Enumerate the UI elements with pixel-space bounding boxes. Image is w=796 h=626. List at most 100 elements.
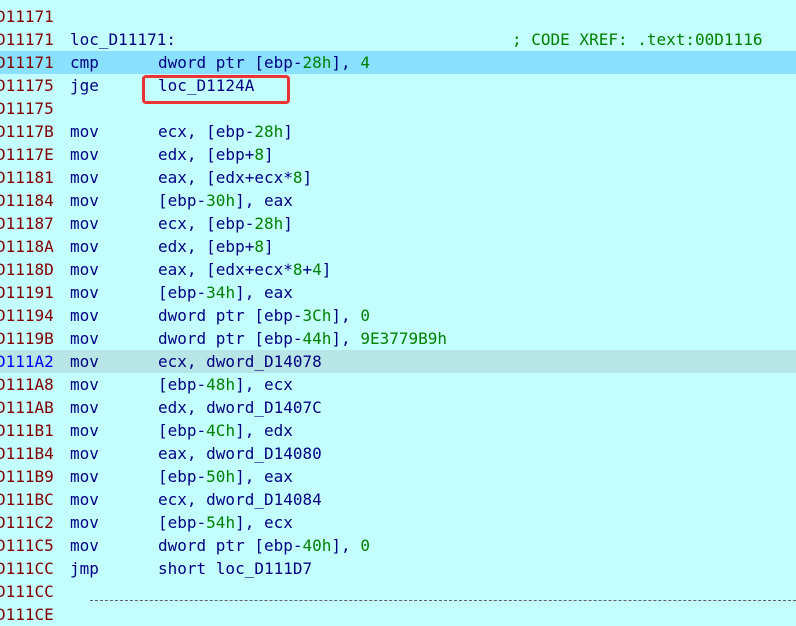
instruction-operands[interactable]: ecx, dword_D14084 <box>158 488 322 511</box>
disasm-line[interactable]: D1118A mov edx, [ebp+8] <box>0 235 796 258</box>
xref-comment[interactable]: ; CODE XREF: .text:00D1116 <box>512 28 762 51</box>
disasm-line[interactable]: D111C5 mov dword ptr [ebp-40h], 0 <box>0 534 796 557</box>
operand-text: [ebp- <box>158 191 207 210</box>
operand-number: 9E3779B9h <box>360 329 448 348</box>
operand-number: 28h <box>302 53 332 72</box>
instruction-mnemonic[interactable]: mov <box>70 281 99 304</box>
operand-number: 44h <box>302 329 332 348</box>
operand-text: ], <box>331 53 361 72</box>
instruction-mnemonic[interactable]: cmp <box>70 51 99 74</box>
disasm-line[interactable]: D111AB mov edx, dword_D1407C <box>0 396 796 419</box>
instruction-mnemonic[interactable]: mov <box>70 327 99 350</box>
function-separator <box>90 600 796 601</box>
disasm-line[interactable]: D11181 mov eax, [edx+ecx*8] <box>0 166 796 189</box>
disasm-line[interactable]: D1119B mov dword ptr [ebp-44h], 9E3779B9h <box>0 327 796 350</box>
instruction-mnemonic[interactable]: mov <box>70 304 99 327</box>
instruction-mnemonic[interactable]: mov <box>70 350 99 373</box>
instruction-operands[interactable]: [ebp-54h], ecx <box>158 511 293 534</box>
operand-number: 3Ch <box>302 306 332 325</box>
instruction-mnemonic[interactable]: jge <box>70 74 99 97</box>
disasm-line[interactable]: D11194 mov dword ptr [ebp-3Ch], 0 <box>0 304 796 327</box>
instruction-operands[interactable]: dword ptr [ebp-3Ch], 0 <box>158 304 370 327</box>
instruction-operands[interactable]: ecx, dword_D14078 <box>158 350 322 373</box>
disasm-line[interactable]: D111CC jmp short loc_D111D7 <box>0 557 796 580</box>
operand-text: ], <box>331 306 361 325</box>
instruction-mnemonic[interactable]: mov <box>70 166 99 189</box>
instruction-operands[interactable]: dword ptr [ebp-40h], 0 <box>158 534 370 557</box>
disasm-line[interactable]: D111A2 mov ecx, dword_D14078 <box>0 350 796 373</box>
instruction-mnemonic[interactable]: jmp <box>70 557 99 580</box>
instruction-mnemonic[interactable]: mov <box>70 396 99 419</box>
disasm-line[interactable]: D1117E mov edx, [ebp+8] <box>0 143 796 166</box>
disasm-line[interactable]: D11184 mov [ebp-30h], eax <box>0 189 796 212</box>
line-address: D11171 <box>0 53 54 72</box>
operand-number: 54h <box>206 513 236 532</box>
instruction-mnemonic[interactable]: mov <box>70 442 99 465</box>
instruction-operands[interactable]: dword ptr [ebp-44h], 9E3779B9h <box>158 327 447 350</box>
operand-text: ] <box>263 145 274 164</box>
line-address: D1117B <box>0 122 54 141</box>
instruction-operands[interactable]: ecx, [ebp-28h] <box>158 120 293 143</box>
instruction-mnemonic[interactable]: mov <box>70 120 99 143</box>
disasm-line[interactable]: D11171 cmp dword ptr [ebp-28h], 4 <box>0 51 796 74</box>
line-address: D11187 <box>0 214 54 233</box>
instruction-mnemonic[interactable]: mov <box>70 143 99 166</box>
instruction-operands[interactable]: [ebp-34h], eax <box>158 281 293 304</box>
instruction-mnemonic[interactable]: mov <box>70 212 99 235</box>
operand-number: 28h <box>254 122 284 141</box>
disasm-line[interactable]: D1117B mov ecx, [ebp-28h] <box>0 120 796 143</box>
disasm-line[interactable]: D111CE <box>0 603 796 626</box>
line-address: D111B4 <box>0 444 54 463</box>
disasm-line[interactable]: D11175 <box>0 97 796 120</box>
instruction-mnemonic[interactable]: mov <box>70 534 99 557</box>
operand-text: [ebp- <box>158 375 207 394</box>
line-address: D111AB <box>0 398 54 417</box>
disasm-line[interactable]: D11191 mov [ebp-34h], eax <box>0 281 796 304</box>
operand-text: + <box>302 260 313 279</box>
instruction-operands[interactable]: edx, [ebp+8] <box>158 235 274 258</box>
line-address: D111A2 <box>0 352 54 371</box>
operand-text: dword ptr [ebp- <box>158 306 303 325</box>
disasm-line[interactable]: D11175 jge loc_D1124A <box>0 74 796 97</box>
operand-text: ecx, dword_D14084 <box>158 490 322 509</box>
instruction-operands[interactable]: [ebp-30h], eax <box>158 189 293 212</box>
instruction-operands[interactable]: dword ptr [ebp-28h], 4 <box>158 51 370 74</box>
disasm-line[interactable]: D111B4 mov eax, dword_D14080 <box>0 442 796 465</box>
disasm-line[interactable]: D111B1 mov [ebp-4Ch], edx <box>0 419 796 442</box>
disasm-line[interactable]: D111BC mov ecx, dword_D14084 <box>0 488 796 511</box>
disasm-line[interactable]: D11171 <box>0 5 796 28</box>
instruction-operands[interactable]: eax, [edx+ecx*8+4] <box>158 258 331 281</box>
instruction-operands[interactable]: short loc_D111D7 <box>158 557 312 580</box>
instruction-mnemonic[interactable]: mov <box>70 488 99 511</box>
instruction-mnemonic[interactable]: mov <box>70 235 99 258</box>
code-label[interactable]: loc_D11171: <box>70 28 176 51</box>
disasm-line[interactable]: D11187 mov ecx, [ebp-28h] <box>0 212 796 235</box>
instruction-operands[interactable]: [ebp-4Ch], edx <box>158 419 293 442</box>
operand-number: 30h <box>206 191 236 210</box>
instruction-operands[interactable]: eax, dword_D14080 <box>158 442 322 465</box>
disasm-line[interactable]: D111A8 mov [ebp-48h], ecx <box>0 373 796 396</box>
disasm-line[interactable]: D111C2 mov [ebp-54h], ecx <box>0 511 796 534</box>
instruction-operands[interactable]: edx, dword_D1407C <box>158 396 322 419</box>
disasm-line[interactable]: D111B9 mov [ebp-50h], eax <box>0 465 796 488</box>
line-address: D11171 <box>0 7 54 26</box>
instruction-operands[interactable]: [ebp-48h], ecx <box>158 373 293 396</box>
instruction-operands[interactable]: eax, [edx+ecx*8] <box>158 166 312 189</box>
instruction-mnemonic[interactable]: mov <box>70 511 99 534</box>
instruction-operands[interactable]: [ebp-50h], eax <box>158 465 293 488</box>
instruction-mnemonic[interactable]: mov <box>70 373 99 396</box>
disassembly-view[interactable]: D11171 D11171 loc_D11171: ; CODE XREF: .tex… <box>0 0 796 624</box>
instruction-operands[interactable]: edx, [ebp+8] <box>158 143 274 166</box>
disasm-line[interactable]: D1118D mov eax, [edx+ecx*8+4] <box>0 258 796 281</box>
instruction-mnemonic[interactable]: mov <box>70 189 99 212</box>
operand-number: 4 <box>312 260 322 279</box>
instruction-mnemonic[interactable]: mov <box>70 465 99 488</box>
disasm-line[interactable]: D11171 loc_D11171: ; CODE XREF: .text:00D1… <box>0 28 796 51</box>
line-address: D11181 <box>0 168 54 187</box>
operand-text: ], <box>331 536 361 555</box>
line-address: D111B9 <box>0 467 54 486</box>
operand-text: eax, [edx+ecx* <box>158 168 293 187</box>
instruction-mnemonic[interactable]: mov <box>70 258 99 281</box>
instruction-mnemonic[interactable]: mov <box>70 419 99 442</box>
instruction-operands[interactable]: ecx, [ebp-28h] <box>158 212 293 235</box>
